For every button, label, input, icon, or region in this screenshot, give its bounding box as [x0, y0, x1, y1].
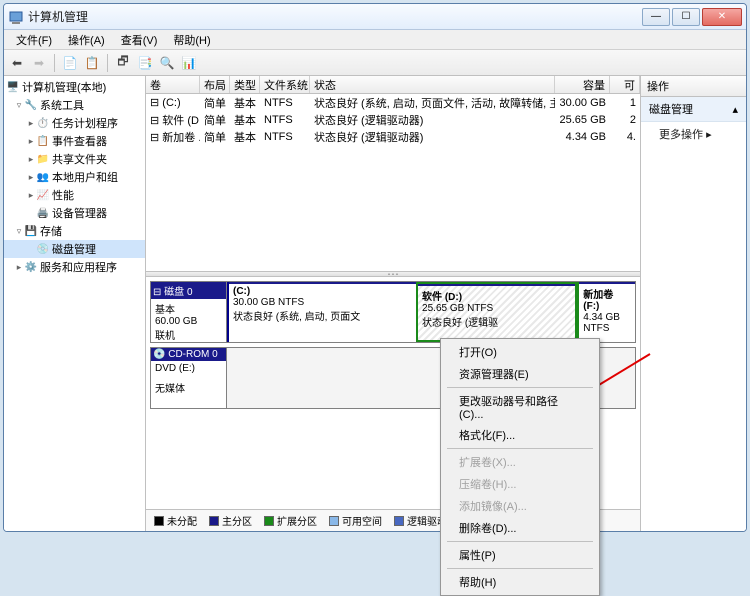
menu-view[interactable]: 查看(V) [113, 30, 166, 49]
disk-icon: 💿 [36, 242, 50, 256]
context-separator [447, 541, 593, 542]
tree-device-manager[interactable]: 🖨️设备管理器 [4, 204, 145, 222]
cdrom-icon: 💿 [153, 349, 165, 360]
header-capacity[interactable]: 容量 [555, 76, 610, 93]
disk-0-label[interactable]: ⊟ 磁盘 0 基本 60.00 GB 联机 [151, 282, 227, 342]
menu-action[interactable]: 操作(A) [60, 30, 113, 49]
context-menu: 打开(O)资源管理器(E) 更改驱动器号和路径(C)...格式化(F)... 扩展卷… [440, 338, 600, 596]
minimize-button[interactable]: — [642, 8, 670, 26]
export-button[interactable]: 📑 [136, 54, 154, 72]
tools-icon: 🔧 [24, 98, 38, 112]
volume-list[interactable]: 卷 布局 类型 文件系统 状态 容量 可 ⊟ (C:) 简单 基本 NTFS 状… [146, 76, 640, 271]
volume-icon: ⊟ [150, 132, 159, 144]
volume-c[interactable]: (C:) 30.00 GB NTFS 状态良好 (系统, 启动, 页面文 [227, 282, 416, 342]
header-layout[interactable]: 布局 [200, 76, 230, 93]
tree-shared-folders[interactable]: ▸📁共享文件夹 [4, 150, 145, 168]
tree-services-apps[interactable]: ▸⚙️服务和应用程序 [4, 258, 145, 276]
context-item[interactable]: 更改驱动器号和路径(C)... [443, 390, 597, 424]
context-item: 扩展卷(X)... [443, 451, 597, 473]
action-pane: 操作 磁盘管理 ▴ 更多操作 ▸ [641, 76, 746, 531]
context-item[interactable]: 删除卷(D)... [443, 517, 597, 539]
device-icon: 🖨️ [36, 206, 50, 220]
window-title: 计算机管理 [28, 8, 642, 25]
volume-d-selected[interactable]: 软件 (D:) 25.65 GB NTFS 状态良好 (逻辑驱 [416, 282, 577, 342]
titlebar[interactable]: 计算机管理 — ☐ ✕ [4, 4, 746, 30]
context-separator [447, 387, 593, 388]
close-button[interactable]: ✕ [702, 8, 742, 26]
perf-icon: 📈 [36, 188, 50, 202]
volume-f[interactable]: 新加卷 (F:) 4.34 GB NTFS [577, 282, 635, 342]
storage-icon: 💾 [24, 224, 38, 238]
context-item[interactable]: 打开(O) [443, 341, 597, 363]
up-button[interactable]: 📄 [61, 54, 79, 72]
tree-system-tools[interactable]: ▿🔧系统工具 [4, 96, 145, 114]
tree-root[interactable]: 🖥️计算机管理(本地) [4, 78, 145, 96]
tree-local-users[interactable]: ▸👥本地用户和组 [4, 168, 145, 186]
context-item[interactable]: 帮助(H) [443, 571, 597, 593]
context-item[interactable]: 资源管理器(E) [443, 363, 597, 385]
list-header[interactable]: 卷 布局 类型 文件系统 状态 容量 可 [146, 76, 640, 94]
collapse-icon: ▴ [732, 103, 738, 116]
header-status[interactable]: 状态 [310, 76, 555, 93]
header-type[interactable]: 类型 [230, 76, 260, 93]
header-volume[interactable]: 卷 [146, 76, 200, 93]
back-button[interactable]: ⬅ [8, 54, 26, 72]
folder-icon: 📁 [36, 152, 50, 166]
tree-pane[interactable]: 🖥️计算机管理(本地) ▿🔧系统工具 ▸⏱️任务计划程序 ▸📋事件查看器 ▸📁共… [4, 76, 146, 531]
content: 🖥️计算机管理(本地) ▿🔧系统工具 ▸⏱️任务计划程序 ▸📋事件查看器 ▸📁共… [4, 76, 746, 531]
context-item: 压缩卷(H)... [443, 473, 597, 495]
context-item[interactable]: 属性(P) [443, 544, 597, 566]
action-section-diskmgmt[interactable]: 磁盘管理 ▴ [641, 97, 746, 122]
maximize-button[interactable]: ☐ [672, 8, 700, 26]
event-icon: 📋 [36, 134, 50, 148]
show-hide-button[interactable]: 📋 [83, 54, 101, 72]
tree-task-scheduler[interactable]: ▸⏱️任务计划程序 [4, 114, 145, 132]
toolbar: ⬅ ➡ 📄 📋 🗗 📑 🔍 📊 [4, 50, 746, 76]
disk-0-block: ⊟ 磁盘 0 基本 60.00 GB 联机 (C:) 30.00 GB NTFS… [150, 281, 636, 343]
menu-help[interactable]: 帮助(H) [165, 30, 218, 49]
context-separator [447, 568, 593, 569]
clock-icon: ⏱️ [36, 116, 50, 130]
header-filesystem[interactable]: 文件系统 [260, 76, 310, 93]
context-item[interactable]: 格式化(F)... [443, 424, 597, 446]
forward-button[interactable]: ➡ [30, 54, 48, 72]
volume-icon: ⊟ [150, 97, 159, 109]
computer-icon: 🖥️ [6, 80, 20, 94]
splitter[interactable] [146, 271, 640, 277]
tree-event-viewer[interactable]: ▸📋事件查看器 [4, 132, 145, 150]
table-row[interactable]: ⊟ 软件 (D:) 简单 基本 NTFS 状态良好 (逻辑驱动器) 25.65 … [146, 111, 640, 128]
users-icon: 👥 [36, 170, 50, 184]
context-separator [447, 448, 593, 449]
app-window: 计算机管理 — ☐ ✕ 文件(F) 操作(A) 查看(V) 帮助(H) ⬅ ➡ … [3, 3, 747, 532]
context-item: 添加镜像(A)... [443, 495, 597, 517]
header-free[interactable]: 可 [610, 76, 640, 93]
app-icon [8, 9, 24, 25]
tree-storage[interactable]: ▿💾存储 [4, 222, 145, 240]
refresh-button[interactable]: 🗗 [114, 54, 132, 72]
tree-disk-management[interactable]: 💿磁盘管理 [4, 240, 145, 258]
action-more[interactable]: 更多操作 ▸ [641, 122, 746, 146]
services-icon: ⚙️ [24, 260, 38, 274]
volume-icon: ⊟ [150, 115, 159, 127]
table-row[interactable]: ⊟ 新加卷 ... 简单 基本 NTFS 状态良好 (逻辑驱动器) 4.34 G… [146, 128, 640, 145]
table-row[interactable]: ⊟ (C:) 简单 基本 NTFS 状态良好 (系统, 启动, 页面文件, 活动… [146, 94, 640, 111]
tool-btn-2[interactable]: 📊 [180, 54, 198, 72]
disk-icon: ⊟ [153, 287, 161, 298]
cdrom-label[interactable]: 💿 CD-ROM 0 DVD (E:) 无媒体 [151, 348, 227, 408]
menubar: 文件(F) 操作(A) 查看(V) 帮助(H) [4, 30, 746, 50]
action-header: 操作 [641, 76, 746, 97]
menu-file[interactable]: 文件(F) [8, 30, 60, 49]
list-body: ⊟ (C:) 简单 基本 NTFS 状态良好 (系统, 启动, 页面文件, 活动… [146, 94, 640, 271]
tool-btn-1[interactable]: 🔍 [158, 54, 176, 72]
tree-performance[interactable]: ▸📈性能 [4, 186, 145, 204]
chevron-right-icon: ▸ [706, 129, 712, 141]
